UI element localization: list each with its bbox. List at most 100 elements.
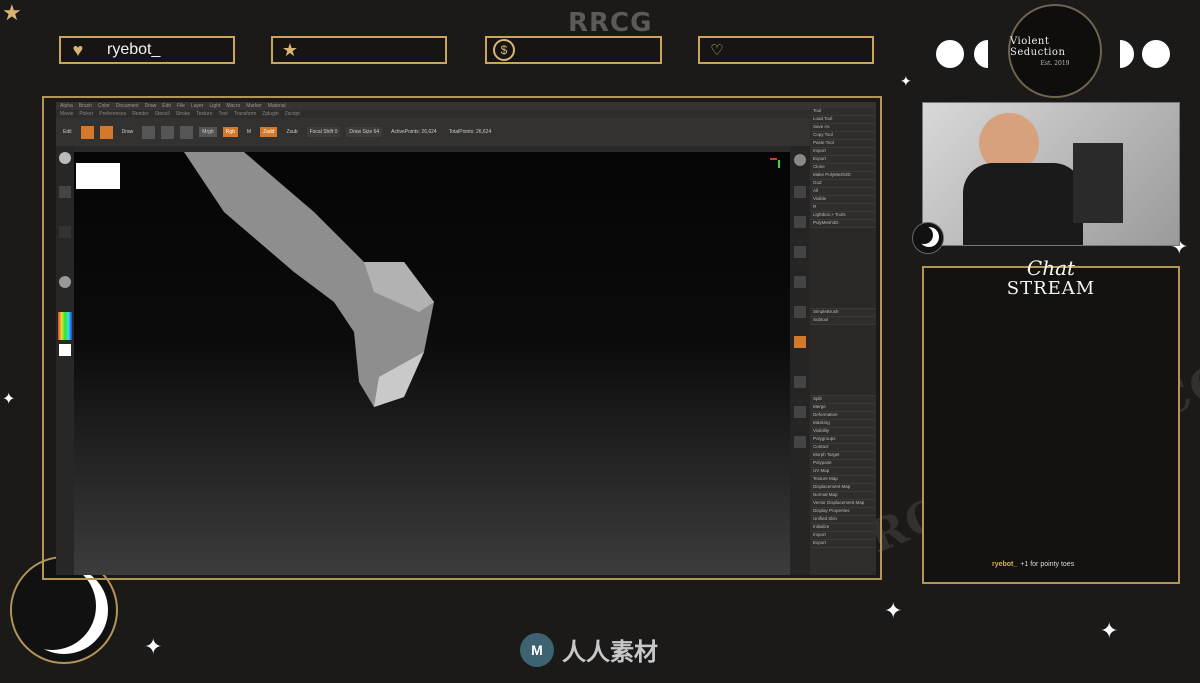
tool-panel-item[interactable]: Displacement Map <box>810 484 876 492</box>
tool-panel-item[interactable]: Paste Tool <box>810 140 876 148</box>
tool-panel-item[interactable]: Tool <box>810 108 876 116</box>
main-color-swatch[interactable] <box>59 344 71 356</box>
mrgb-button[interactable]: Mrgb <box>199 127 217 137</box>
menu-item[interactable]: Color <box>98 103 110 109</box>
menu-item[interactable]: Draw <box>145 103 157 109</box>
draw-button[interactable]: Draw <box>119 127 137 137</box>
tool-panel-item[interactable]: Merge <box>810 404 876 412</box>
menu-item[interactable]: Picker <box>79 111 93 117</box>
tool-panel-item[interactable]: All <box>810 188 876 196</box>
tool-panel-item[interactable]: Export <box>810 156 876 164</box>
zadd-button[interactable]: Zadd <box>260 127 278 137</box>
orientation-gizmo[interactable] <box>768 156 786 172</box>
stroke-icon[interactable] <box>59 186 71 198</box>
tool-panel-item[interactable]: GoZ <box>810 180 876 188</box>
scroll-icon[interactable] <box>794 186 806 198</box>
move-icon[interactable] <box>142 125 156 139</box>
tool-panel-item[interactable]: Lightbox > Tools <box>810 212 876 220</box>
menu-item[interactable]: Tool <box>219 111 228 117</box>
tool-panel: Tool Load Tool Save As Copy Tool Paste T… <box>810 108 876 575</box>
tool-panel-item[interactable]: Load Tool <box>810 116 876 124</box>
menu-item[interactable]: Alpha <box>60 103 73 109</box>
m-button[interactable]: M <box>244 127 254 137</box>
tool-panel-item[interactable]: Save As <box>810 124 876 132</box>
edit-button[interactable]: Edit <box>60 127 75 137</box>
persp-icon[interactable] <box>794 276 806 288</box>
menu-item[interactable]: Render <box>132 111 148 117</box>
tool-panel-item[interactable]: SimpleBrush <box>810 309 876 317</box>
chair <box>1073 143 1123 223</box>
rgb-button[interactable]: Rgb <box>222 127 238 137</box>
bpr-icon[interactable] <box>794 154 806 166</box>
menu-item[interactable]: Stroke <box>176 111 190 117</box>
sculpt-model[interactable] <box>74 152 790 575</box>
tool-panel-item[interactable]: Subtool <box>810 317 876 325</box>
tool-panel-item[interactable]: Masking <box>810 420 876 428</box>
scale-icon[interactable] <box>161 125 175 139</box>
menu-item[interactable]: Light <box>209 103 220 109</box>
tool-panel-item[interactable]: Import <box>810 532 876 540</box>
menu-item[interactable]: Document <box>116 103 139 109</box>
rotate-icon[interactable] <box>180 125 194 139</box>
edit-mode-icon[interactable] <box>80 125 94 139</box>
zsub-button[interactable]: Zsub <box>283 127 300 137</box>
menu-item[interactable]: Movie <box>60 111 73 117</box>
tool-panel-item[interactable]: UV Map <box>810 468 876 476</box>
menu-item[interactable]: Transform <box>234 111 257 117</box>
menu-item[interactable]: File <box>177 103 185 109</box>
menu-item[interactable]: Macro <box>226 103 240 109</box>
local-icon[interactable] <box>794 336 806 348</box>
move-view-icon[interactable] <box>794 406 806 418</box>
menu-item[interactable]: Brush <box>79 103 92 109</box>
alpha-icon[interactable] <box>59 226 71 238</box>
tool-panel-item[interactable]: Normal Map <box>810 492 876 500</box>
zoom-icon[interactable] <box>794 216 806 228</box>
tool-panel-item[interactable]: Make PolyMesh3D <box>810 172 876 180</box>
menu-item[interactable]: Marker <box>246 103 262 109</box>
draw-size-slider[interactable]: Draw Size 64 <box>346 127 383 137</box>
menu-item[interactable]: Zplugin <box>262 111 278 117</box>
menu-item[interactable]: Texture <box>196 111 212 117</box>
tool-panel-item[interactable]: Vector Displacement Map <box>810 500 876 508</box>
tool-panel-item[interactable]: Clone <box>810 164 876 172</box>
tool-panel-item[interactable]: Split <box>810 396 876 404</box>
tool-panel-item[interactable]: Texture Map <box>810 476 876 484</box>
active-points-readout: ActivePoints: 26,624 <box>391 129 437 135</box>
menu-item[interactable]: Layer <box>191 103 204 109</box>
tool-panel-item[interactable]: Morph Target <box>810 452 876 460</box>
tool-panel-item[interactable]: Deformation <box>810 412 876 420</box>
webcam-feed <box>922 102 1180 246</box>
tool-panel-item[interactable]: R <box>810 204 876 212</box>
polyf-icon[interactable] <box>794 436 806 448</box>
tool-panel-item[interactable]: Visibility <box>810 428 876 436</box>
brush-icon[interactable] <box>59 152 71 164</box>
color-picker[interactable] <box>58 312 72 340</box>
tool-panel-item[interactable]: PolyMesh3D <box>810 220 876 228</box>
tool-panel-item[interactable]: Copy Tool <box>810 132 876 140</box>
focal-shift-slider[interactable]: Focal Shift 0 <box>306 127 341 137</box>
tool-panel-item[interactable]: Unified Skin <box>810 516 876 524</box>
subtool-list[interactable] <box>810 325 876 396</box>
menu-item[interactable]: Material <box>268 103 286 109</box>
frame-icon[interactable] <box>794 376 806 388</box>
tool-panel-item[interactable]: Display Properties <box>810 508 876 516</box>
tool-panel-item[interactable]: Contact <box>810 444 876 452</box>
menu-item[interactable]: Zscript <box>285 111 300 117</box>
tool-thumbnails[interactable] <box>810 228 876 309</box>
moon-icon <box>1140 38 1172 70</box>
tool-panel-item[interactable]: Import <box>810 148 876 156</box>
tool-panel-item[interactable]: Visible <box>810 196 876 204</box>
logo-subtext: Est. 2019 <box>1040 59 1070 67</box>
actual-icon[interactable] <box>794 246 806 258</box>
menu-item[interactable]: Stencil <box>155 111 170 117</box>
tool-panel-item[interactable]: Polygroups <box>810 436 876 444</box>
tool-panel-item[interactable]: Initialize <box>810 524 876 532</box>
tool-panel-item[interactable]: Export <box>810 540 876 548</box>
material-icon[interactable] <box>59 276 71 288</box>
tool-panel-item[interactable]: Polypaint <box>810 460 876 468</box>
draw-mode-icon[interactable] <box>99 125 113 139</box>
floor-icon[interactable] <box>794 306 806 318</box>
menu-item[interactable]: Preferences <box>99 111 126 117</box>
menu-item[interactable]: Edit <box>162 103 171 109</box>
canvas-viewport[interactable] <box>74 152 790 575</box>
